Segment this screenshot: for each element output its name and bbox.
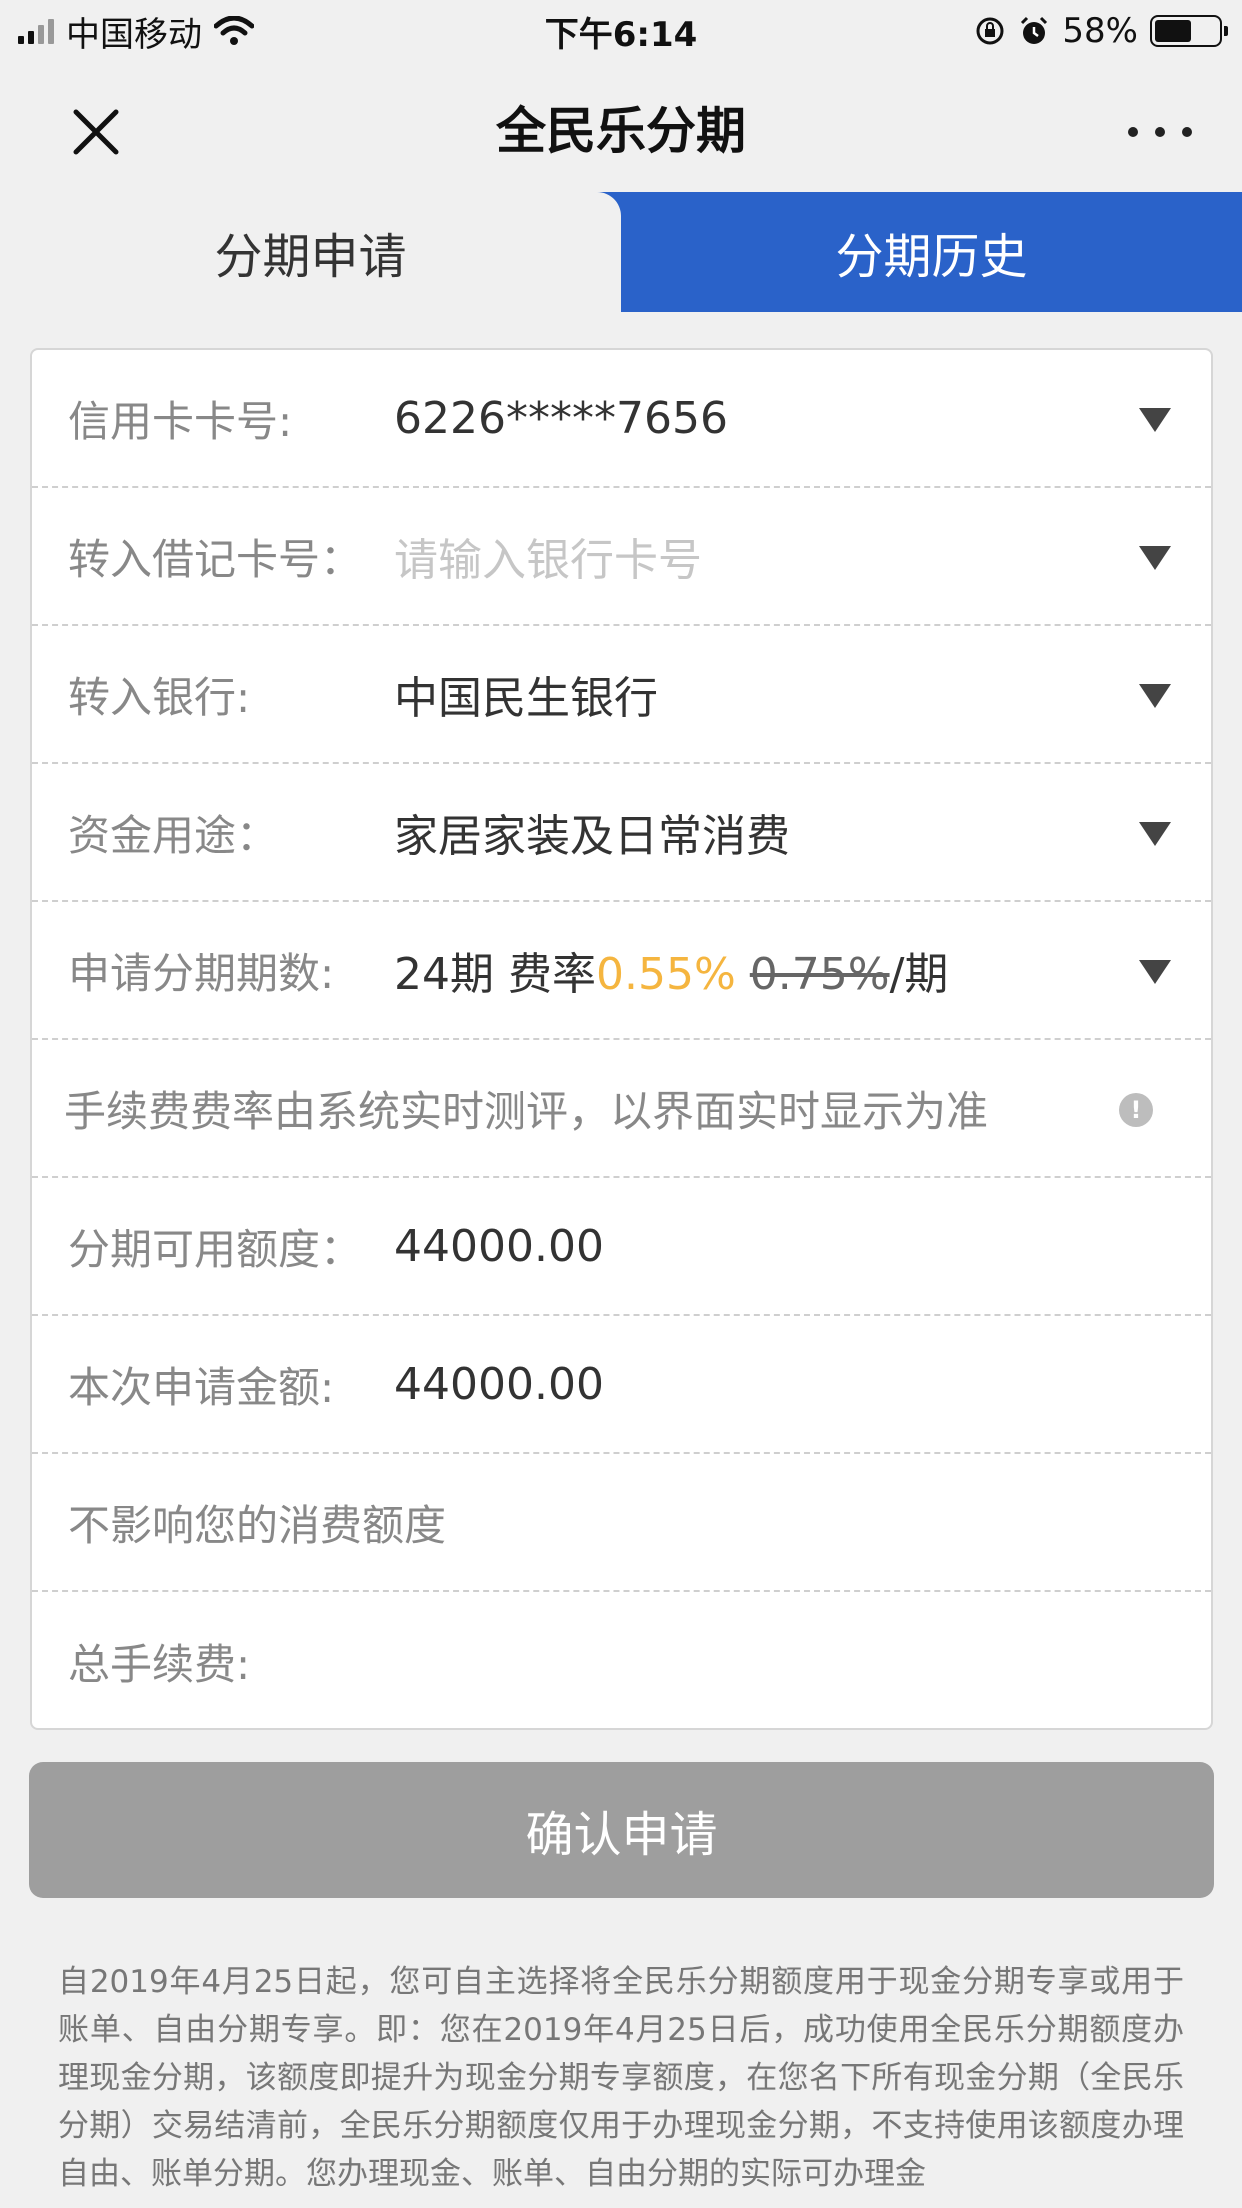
fee-note-row: 手续费费率由系统实时测评，以界面实时显示为准 ! <box>32 1040 1211 1178</box>
credit-card-value: 6226*****7656 <box>394 392 728 444</box>
close-button[interactable] <box>64 100 128 164</box>
purpose-select[interactable]: 资金用途： 家居家装及日常消费 <box>32 764 1211 902</box>
dropdown-arrow-icon <box>1139 822 1171 846</box>
total-fee-label: 总手续费: <box>68 1639 251 1689</box>
close-icon <box>73 109 119 155</box>
apply-amount-label: 本次申请金额: <box>68 1362 335 1412</box>
purpose-label: 资金用途： <box>68 810 279 860</box>
available-credit-label: 分期可用额度： <box>68 1224 363 1274</box>
battery-icon <box>1150 15 1228 47</box>
credit-card-select[interactable]: 信用卡卡号: 6226*****7656 <box>32 350 1211 488</box>
bank-value: 中国民生银行 <box>394 673 658 724</box>
rate-original: 0.75% <box>749 949 890 1000</box>
bank-select[interactable]: 转入银行: 中国民生银行 <box>32 626 1211 764</box>
nav-bar: 全民乐分期 <box>0 62 1242 192</box>
periods-count: 24期 <box>394 949 494 1000</box>
tab-history[interactable]: 分期历史 <box>621 192 1242 312</box>
periods-select[interactable]: 申请分期期数: 24期 费率0.55% 0.75%/期 <box>32 902 1211 1040</box>
carrier-name: 中国移动 <box>66 14 202 55</box>
available-credit-row: 分期可用额度： 44000.00 <box>32 1178 1211 1316</box>
dropdown-arrow-icon <box>1139 546 1171 570</box>
notice-text: 自2019年4月25日起，您可自主选择将全民乐分期额度用于现金分期专享或用于账单… <box>58 1964 1184 2192</box>
battery-percent: 58% <box>1062 11 1138 51</box>
wifi-icon <box>214 16 254 45</box>
dropdown-arrow-icon <box>1139 684 1171 708</box>
periods-value: 24期 费率0.55% 0.75%/期 <box>394 938 948 1002</box>
debit-card-placeholder: 请输入银行卡号 <box>394 535 702 586</box>
rate-suffix: /期 <box>889 949 949 1000</box>
debit-card-select[interactable]: 转入借记卡号： 请输入银行卡号 <box>32 488 1211 626</box>
page-title: 全民乐分期 <box>496 102 746 160</box>
limit-note: 不影响您的消费额度 <box>68 1500 447 1550</box>
signal-icon <box>18 18 54 44</box>
battery-fill <box>1155 20 1191 42</box>
bank-label: 转入银行: <box>68 672 251 722</box>
periods-label: 申请分期期数: <box>68 948 335 998</box>
more-icon <box>1128 127 1138 137</box>
status-bar: 中国移动 下午6:14 58% <box>0 0 1242 62</box>
rate-label: 费率 <box>508 949 596 1000</box>
status-right: 58% <box>974 11 1228 51</box>
apply-amount-value[interactable]: 44000.00 <box>394 1359 604 1410</box>
total-fee-row: 总手续费: <box>32 1592 1211 1730</box>
installment-form: 信用卡卡号: 6226*****7656 转入借记卡号： 请输入银行卡号 转入银… <box>30 348 1213 1730</box>
more-icon-dot <box>1155 127 1165 137</box>
limit-note-row: 不影响您的消费额度 <box>32 1454 1211 1592</box>
fee-note: 手续费费率由系统实时测评，以界面实时显示为准 <box>64 1086 989 1136</box>
dropdown-arrow-icon <box>1139 960 1171 984</box>
rotation-lock-icon <box>976 17 1004 45</box>
status-left: 中国移动 <box>18 7 254 56</box>
debit-card-label: 转入借记卡号： <box>68 534 363 584</box>
info-icon[interactable]: ! <box>1119 1093 1153 1127</box>
tab-apply[interactable]: 分期申请 <box>0 192 621 312</box>
apply-amount-row[interactable]: 本次申请金额: 44000.00 <box>32 1316 1211 1454</box>
alarm-icon <box>1021 16 1048 44</box>
confirm-button[interactable]: 确认申请 <box>29 1762 1214 1898</box>
dropdown-arrow-icon <box>1139 408 1171 432</box>
purpose-value: 家居家装及日常消费 <box>394 811 790 862</box>
credit-card-label: 信用卡卡号: <box>68 396 293 446</box>
tab-bar: 分期申请 分期历史 <box>0 192 1242 312</box>
more-icon-dot <box>1182 127 1192 137</box>
available-credit-value: 44000.00 <box>394 1220 604 1272</box>
rate-current: 0.55% <box>596 949 736 1000</box>
more-button[interactable] <box>1128 114 1192 150</box>
